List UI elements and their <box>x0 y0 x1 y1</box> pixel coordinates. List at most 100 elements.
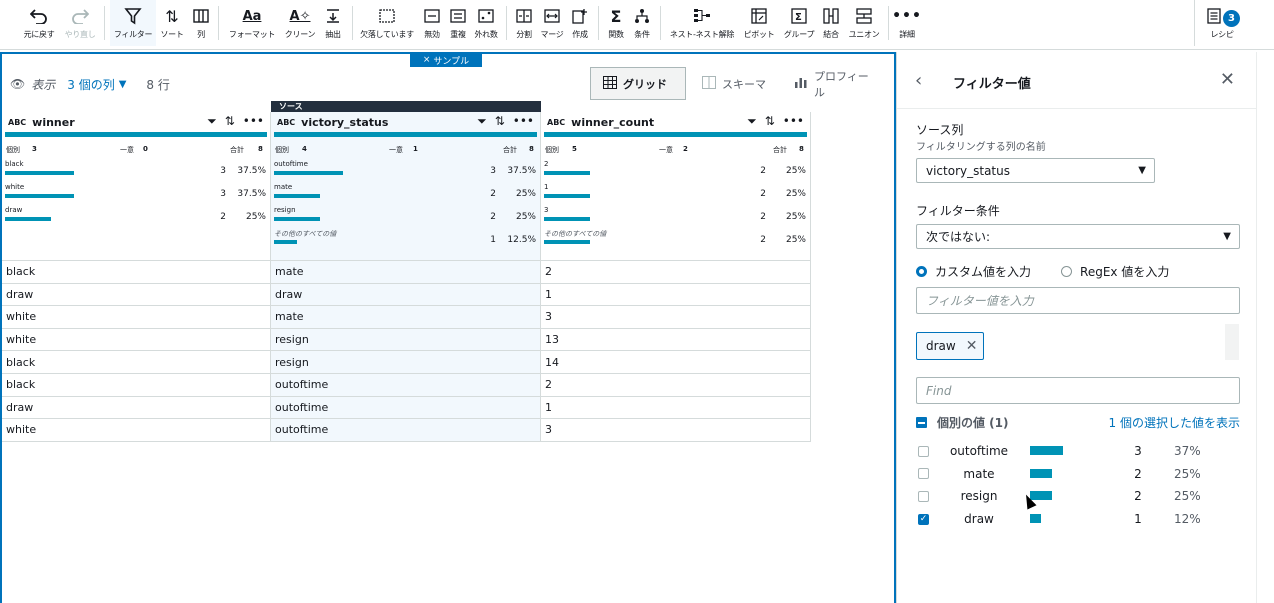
table-cell[interactable]: resign <box>271 351 540 374</box>
table-cell[interactable]: outoftime <box>271 374 540 397</box>
value-distribution-row[interactable]: その他のすべての値 1 12.5% <box>274 229 543 253</box>
filter-icon[interactable]: ⏷ <box>477 114 487 129</box>
find-input[interactable]: Find <box>916 377 1240 404</box>
source-column-select[interactable]: victory_status ▼ <box>916 158 1155 183</box>
deselect-all-checkbox[interactable] <box>916 417 927 428</box>
value-distribution-row[interactable]: black 3 37.5% <box>5 160 273 184</box>
token-scrollbar[interactable] <box>1225 324 1239 360</box>
clean-button[interactable]: A✧ クリーン <box>282 0 318 46</box>
value-checkbox[interactable] <box>918 445 929 457</box>
radio-regex-label[interactable]: RegEx 値を入力 <box>1080 263 1169 280</box>
table-cell[interactable]: white <box>2 306 270 329</box>
distinct-value-row[interactable]: outoftime 3 37% <box>916 441 1240 461</box>
column-header[interactable]: ABC victory_status ⏷ ⇅ ••• <box>271 112 540 132</box>
extract-button[interactable]: 抽出 <box>320 0 346 46</box>
create-button[interactable]: 作成 <box>568 0 592 46</box>
function-button[interactable]: Σ 関数 <box>604 0 628 46</box>
table-cell[interactable]: draw <box>271 284 540 307</box>
distinct-value-row[interactable]: mate 2 25% <box>916 464 1240 484</box>
filter-icon[interactable]: ⏷ <box>747 114 757 129</box>
filter-button[interactable]: フィルター <box>110 0 156 46</box>
show-selected-link[interactable]: 1 個の選択した値を表示 <box>1109 414 1240 431</box>
group-button[interactable]: Σ グループ <box>782 0 816 46</box>
value-checkbox[interactable] <box>918 468 929 480</box>
undo-button[interactable]: 元に戻す <box>20 0 58 46</box>
distinct-value-row[interactable]: resign 2 25% <box>916 486 1240 506</box>
pivot-button[interactable]: ピボット <box>742 0 776 46</box>
table-cell[interactable]: white <box>2 329 270 352</box>
tab-profile[interactable]: プロフィール <box>782 67 888 100</box>
table-cell[interactable]: 14 <box>541 351 810 374</box>
sort-button[interactable]: ⇅ ソート <box>158 0 186 46</box>
radio-custom[interactable] <box>916 266 927 277</box>
tab-schema[interactable]: スキーマ <box>690 67 778 100</box>
value-distribution-row[interactable]: 2 2 25% <box>544 160 813 184</box>
table-cell[interactable]: 2 <box>541 374 810 397</box>
filter-icon[interactable]: ⏷ <box>207 114 217 129</box>
tab-grid[interactable]: グリッド <box>590 67 686 100</box>
columns-button[interactable]: 列 <box>190 0 212 46</box>
more-button[interactable]: ••• 詳細 <box>892 0 921 46</box>
table-cell[interactable]: outoftime <box>271 419 540 442</box>
value-checkbox[interactable] <box>918 490 929 502</box>
column-header[interactable]: ABC winner_count ⏷ ⇅ ••• <box>541 112 810 132</box>
redo-button[interactable]: やり直し <box>62 0 98 46</box>
value-distribution-row[interactable]: white 3 37.5% <box>5 183 273 207</box>
table-cell[interactable]: black <box>2 261 270 284</box>
table-cell[interactable]: 3 <box>541 419 810 442</box>
sort-icon[interactable]: ⇅ <box>225 114 235 129</box>
value-distribution-row[interactable]: 1 2 25% <box>544 183 813 207</box>
outlier-button[interactable]: 外れ数 <box>472 0 500 46</box>
column-header[interactable]: ABC winner ⏷ ⇅ ••• <box>2 112 270 132</box>
column-winner-count[interactable]: ABC winner_count ⏷ ⇅ ••• 個別 5 一意 2 合計 8 22… <box>541 112 811 442</box>
column-winner[interactable]: ABC winner ⏷ ⇅ ••• 個別 3 一意 0 合計 8 black 3 37… <box>2 112 271 442</box>
column-victory-status[interactable]: ABC victory_status ⏷ ⇅ ••• 個別 4 一意 1 合計 8 … <box>271 112 541 442</box>
table-cell[interactable]: draw <box>2 284 270 307</box>
sort-icon[interactable]: ⇅ <box>765 114 775 129</box>
table-cell[interactable]: mate <box>271 261 540 284</box>
value-distribution-row[interactable]: mate 2 25% <box>274 183 543 207</box>
back-chevron-icon[interactable]: ‹ <box>915 70 922 91</box>
table-cell[interactable]: mate <box>271 306 540 329</box>
more-icon[interactable]: ••• <box>783 114 804 129</box>
table-cell[interactable]: 13 <box>541 329 810 352</box>
condition-select[interactable]: 次ではない: ▼ <box>916 224 1240 249</box>
caret-down-icon[interactable]: ▼ <box>119 79 127 90</box>
table-cell[interactable]: resign <box>271 329 540 352</box>
invalid-button[interactable]: 無効 <box>420 0 444 46</box>
condition-button[interactable]: 条件 <box>630 0 654 46</box>
remove-token-icon[interactable]: ✕ <box>966 338 978 354</box>
radio-regex[interactable] <box>1061 266 1073 277</box>
join-button[interactable]: 結合 <box>820 0 842 46</box>
column-count-dropdown[interactable]: 3 個の列 <box>67 76 114 93</box>
value-distribution-row[interactable]: その他のすべての値 2 25% <box>544 229 813 253</box>
value-distribution-row[interactable]: resign 2 25% <box>274 206 543 230</box>
split-button[interactable]: 分割 <box>512 0 536 46</box>
distinct-value-row[interactable]: ✓ draw 1 12% <box>916 509 1240 529</box>
value-distribution-row[interactable]: outoftime 3 37.5% <box>274 160 543 184</box>
table-cell[interactable]: black <box>2 351 270 374</box>
close-icon[interactable]: ✕ <box>1220 69 1235 90</box>
missing-button[interactable]: 欠落しています <box>356 0 418 46</box>
merge-button[interactable]: マージ <box>538 0 566 46</box>
radio-custom-label[interactable]: カスタム値を入力 <box>935 263 1031 280</box>
duplicate-button[interactable]: 重複 <box>446 0 470 46</box>
union-button[interactable]: ユニオン <box>846 0 882 46</box>
value-distribution-row[interactable]: 3 2 25% <box>544 206 813 230</box>
table-cell[interactable]: 3 <box>541 306 810 329</box>
sample-tag[interactable]: ⨯ サンプル <box>410 53 482 67</box>
more-icon[interactable]: ••• <box>513 114 534 129</box>
format-button[interactable]: Aa フォーマット <box>226 0 278 46</box>
table-cell[interactable]: draw <box>2 397 270 420</box>
value-distribution-row[interactable]: draw 2 25% <box>5 206 273 230</box>
nest-button[interactable]: ネスト-ネスト解除 <box>666 0 738 46</box>
table-cell[interactable]: outoftime <box>271 397 540 420</box>
table-cell[interactable]: 2 <box>541 261 810 284</box>
table-cell[interactable]: black <box>2 374 270 397</box>
more-icon[interactable]: ••• <box>243 114 264 129</box>
sort-icon[interactable]: ⇅ <box>495 114 505 129</box>
table-cell[interactable]: white <box>2 419 270 442</box>
value-token[interactable]: draw ✕ <box>916 332 984 360</box>
table-cell[interactable]: 1 <box>541 284 810 307</box>
filter-value-input[interactable]: フィルター値を入力 <box>916 287 1240 314</box>
